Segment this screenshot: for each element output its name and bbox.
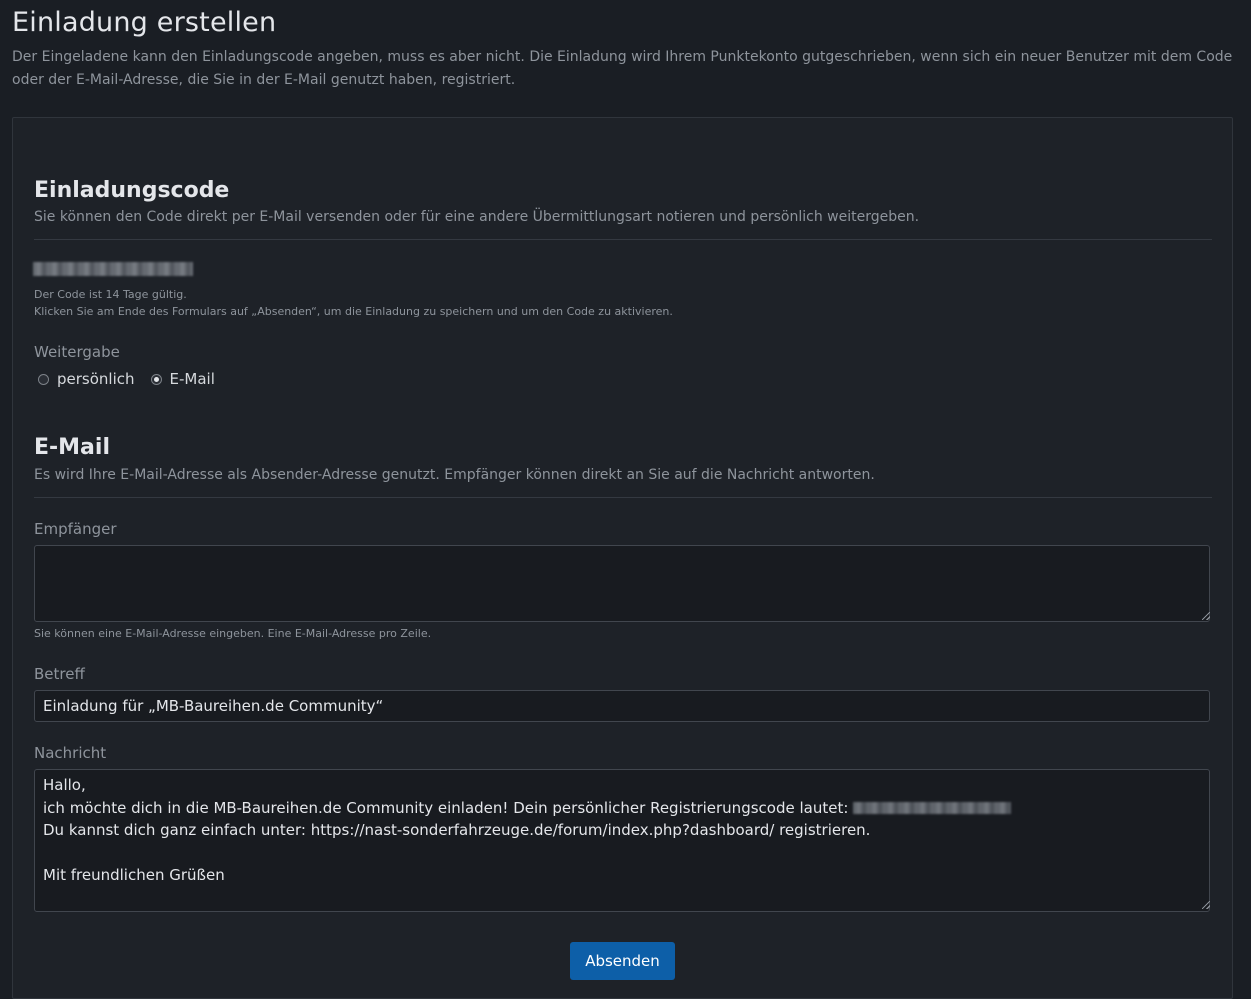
- message-label: Nachricht: [34, 744, 107, 762]
- invite-code-section-title: Einladungscode: [34, 178, 230, 203]
- subject-label: Betreff: [34, 665, 85, 683]
- message-line: Du kannst dich ganz einfach unter: https…: [43, 821, 871, 839]
- message-line: Mit freundlichen Grüßen: [43, 866, 225, 884]
- registration-code-redacted: [853, 802, 1012, 814]
- message-line: ich möchte dich in die MB-Baureihen.de C…: [43, 797, 1201, 820]
- section-divider: [34, 239, 1212, 240]
- radio-email[interactable]: [150, 373, 162, 385]
- email-section-description: Es wird Ihre E-Mail-Adresse als Absender…: [34, 467, 875, 483]
- invite-code-section-description: Sie können den Code direkt per E-Mail ve…: [34, 209, 920, 225]
- page-title: Einladung erstellen: [12, 7, 277, 38]
- invite-form-panel: Einladungscode Sie können den Code direk…: [12, 117, 1233, 999]
- subject-input[interactable]: Einladung für „MB-Baureihen.de Community…: [34, 690, 1210, 722]
- message-line-text: ich möchte dich in die MB-Baureihen.de C…: [43, 798, 849, 817]
- submit-button[interactable]: Absenden: [570, 942, 675, 980]
- code-validity-note: Der Code ist 14 Tage gültig.: [34, 288, 187, 301]
- recipients-hint: Sie können eine E-Mail-Adresse eingeben.…: [34, 627, 432, 640]
- message-textarea[interactable]: Hallo, ich möchte dich in die MB-Baureih…: [34, 769, 1210, 912]
- page-header: Einladung erstellen Der Eingeladene kann…: [12, 0, 1237, 92]
- resize-handle-icon[interactable]: [1202, 901, 1210, 909]
- sharing-label: Weitergabe: [34, 343, 120, 361]
- page-description: Der Eingeladene kann den Einladungscode …: [12, 49, 1233, 88]
- recipients-label: Empfänger: [34, 520, 117, 538]
- email-section-title: E-Mail: [34, 435, 110, 460]
- invite-code-redacted: [33, 262, 193, 276]
- message-line: [43, 842, 1201, 865]
- message-line: Hallo,: [43, 776, 86, 794]
- sharing-options: persönlich E-Mail: [38, 370, 231, 388]
- recipients-textarea[interactable]: [34, 545, 1210, 622]
- code-activation-note: Klicken Sie am Ende des Formulars auf „A…: [34, 305, 673, 318]
- radio-email-label[interactable]: E-Mail: [170, 370, 215, 388]
- radio-personal[interactable]: [38, 373, 49, 385]
- section-divider: [34, 497, 1212, 498]
- resize-handle-icon[interactable]: [1202, 612, 1210, 620]
- radio-personal-label[interactable]: persönlich: [57, 370, 135, 388]
